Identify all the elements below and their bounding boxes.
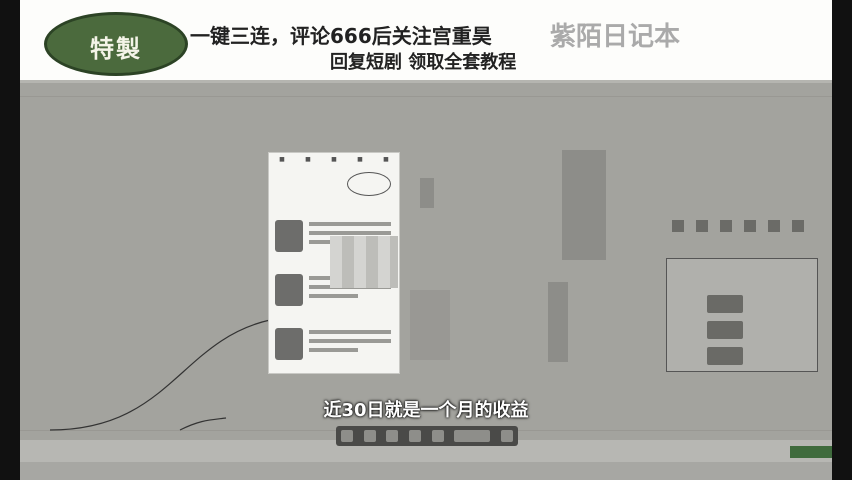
grid-line (20, 96, 832, 97)
action-icon[interactable] (744, 220, 756, 232)
download-icon[interactable] (431, 430, 444, 442)
preview-thumb (707, 347, 743, 365)
action-icon[interactable] (720, 220, 732, 232)
action-icon[interactable] (768, 220, 780, 232)
preview-thumb (707, 295, 743, 313)
more-icon[interactable] (454, 430, 491, 442)
badge-text: 特製 (90, 35, 142, 63)
video-thumbnail (275, 220, 303, 252)
blurred-column (562, 150, 606, 260)
top-banner: 特製 一键三连，评论666后关注宫重昊 回复短剧 领取全套教程 紫陌日记本 (20, 0, 832, 83)
zoom-icon[interactable] (386, 430, 399, 442)
blurred-list (410, 290, 450, 360)
viewer-toolbar (336, 426, 518, 446)
item-text (309, 330, 391, 357)
caption: 近30日就是一个月的收益 (323, 400, 529, 421)
summary-row (269, 170, 399, 200)
action-icon[interactable] (672, 220, 684, 232)
blurred-icon (420, 178, 434, 208)
chevron-left-icon[interactable] (341, 430, 354, 442)
video-thumbnail (275, 328, 303, 360)
action-icon[interactable] (792, 220, 804, 232)
special-badge: 特製 (44, 12, 188, 76)
highlight-circle (347, 172, 391, 196)
video-thumbnail (275, 274, 303, 306)
tab: ■ (279, 156, 285, 163)
phone-tabs: ■ ■ ■ ■ ■ (269, 153, 399, 170)
chevron-right-icon[interactable] (500, 430, 513, 442)
fit-icon[interactable] (408, 430, 421, 442)
preview-panel (666, 258, 818, 372)
tab: ■ (305, 156, 311, 163)
tab: ■ (331, 156, 337, 163)
tab: ■ (383, 156, 389, 163)
blurred-thumbs (548, 282, 568, 362)
status-bar (790, 446, 832, 458)
watermark: 紫陌日记本 (550, 22, 681, 52)
list-item (273, 324, 395, 374)
list-headers (269, 200, 399, 212)
icon-row (672, 220, 804, 232)
mosaic-blur (330, 236, 398, 288)
preview-thumb (707, 321, 743, 339)
tab: ■ (357, 156, 363, 163)
settings-icon[interactable] (363, 430, 376, 442)
action-icon[interactable] (696, 220, 708, 232)
